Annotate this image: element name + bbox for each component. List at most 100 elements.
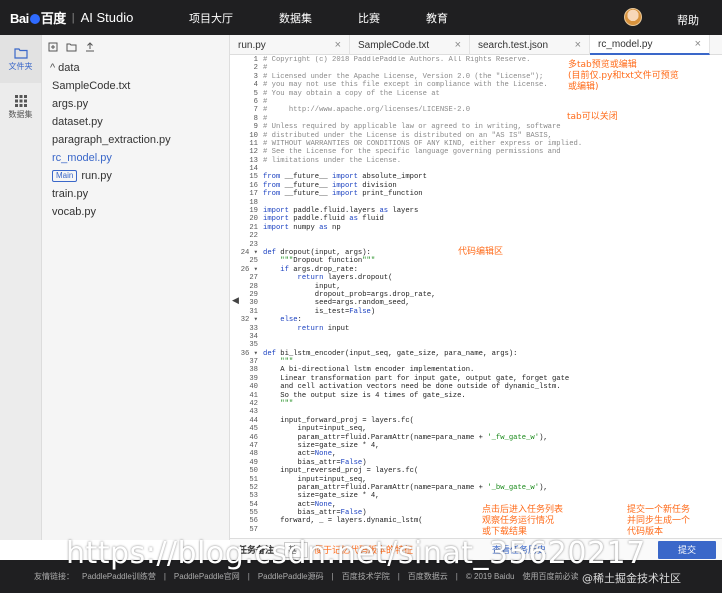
code-line[interactable]: Linear transformation part for input gat… xyxy=(263,375,718,383)
line-number: 33 xyxy=(249,324,258,333)
tree-file[interactable]: SampleCode.txt xyxy=(42,77,229,95)
nav-projects[interactable]: 项目大厅 xyxy=(189,10,233,26)
code-line[interactable]: and cell activation vectors need be done… xyxy=(263,383,718,391)
code-line[interactable]: else: xyxy=(263,316,718,324)
tree-file-main[interactable]: Main run.py xyxy=(42,167,229,185)
code-line[interactable]: size=gate_size * 4, xyxy=(263,442,718,450)
tree-file-selected[interactable]: rc_model.py xyxy=(42,149,229,167)
code-line[interactable]: """ xyxy=(263,358,718,366)
code-line[interactable]: # Unless required by applicable law or a… xyxy=(263,123,718,131)
line-number: 11 xyxy=(249,139,258,148)
collapse-sidebar-icon[interactable]: ◀ xyxy=(232,295,239,306)
code-line[interactable]: # distributed under the License is distr… xyxy=(263,132,718,140)
code-line[interactable]: def bi_lstm_encoder(input_seq, gate_size… xyxy=(263,350,718,358)
code-line[interactable]: from __future__ import print_function xyxy=(263,190,718,198)
footer-separator: | xyxy=(331,572,334,581)
code-line[interactable]: bias_attr=False) xyxy=(263,459,718,467)
code-line[interactable]: seed=args.random_seed, xyxy=(263,299,718,307)
code-line[interactable]: dropout_prob=args.drop_rate, xyxy=(263,291,718,299)
code-line[interactable]: # limitations under the License. xyxy=(263,157,718,165)
code-line[interactable]: """Dropout function""" xyxy=(263,257,718,265)
code-line[interactable]: import numpy as np xyxy=(263,224,718,232)
tree-file[interactable]: vocab.py xyxy=(42,203,229,221)
footer-link[interactable]: 百度技术学院 xyxy=(342,571,390,582)
nav-datasets[interactable]: 数据集 xyxy=(279,10,312,26)
code-line[interactable]: import paddle.fluid as fluid xyxy=(263,215,718,223)
footer-link[interactable]: PaddlePaddle官网 xyxy=(174,571,240,582)
new-folder-icon[interactable] xyxy=(66,42,77,52)
close-icon[interactable]: × xyxy=(695,38,701,50)
code-line[interactable]: size=gate_size * 4, xyxy=(263,492,718,500)
upload-icon[interactable] xyxy=(85,42,95,52)
line-number: 31 xyxy=(249,307,258,316)
rail-item-datasets[interactable]: 数据集 xyxy=(0,83,41,131)
code-line[interactable] xyxy=(263,341,718,349)
footer-link[interactable]: PaddlePaddle训练营 xyxy=(82,571,156,582)
nav-competitions[interactable]: 比赛 xyxy=(358,10,380,26)
rail-item-files[interactable]: 文件夹 xyxy=(0,35,41,83)
code-line[interactable]: param_attr=fluid.ParamAttr(name=para_nam… xyxy=(263,434,718,442)
code-line[interactable]: input, xyxy=(263,283,718,291)
code-line[interactable]: if args.drop_rate: xyxy=(263,266,718,274)
code-line[interactable] xyxy=(263,165,718,173)
code-line[interactable]: # WITHOUT WARRANTIES OR CONDITIONS OF AN… xyxy=(263,140,718,148)
code-line[interactable]: # xyxy=(263,115,718,123)
code-line[interactable]: input=input_seq, xyxy=(263,425,718,433)
tree-file[interactable]: args.py xyxy=(42,95,229,113)
tree-file[interactable]: train.py xyxy=(42,185,229,203)
annotation-line: 多tab预览或编辑 xyxy=(568,60,637,70)
close-icon[interactable]: × xyxy=(575,39,581,51)
close-icon[interactable]: × xyxy=(455,39,461,51)
tab-samplecode[interactable]: SampleCode.txt × xyxy=(350,35,470,55)
rail-label-files: 文件夹 xyxy=(8,62,33,71)
code-line[interactable] xyxy=(263,333,718,341)
code-line[interactable]: import paddle.fluid.layers as layers xyxy=(263,207,718,215)
help-link[interactable]: 帮助 xyxy=(677,12,699,28)
nav-education[interactable]: 教育 xyxy=(426,10,448,26)
code-line[interactable]: return input xyxy=(263,325,718,333)
code-line[interactable]: from __future__ import division xyxy=(263,182,718,190)
code-lines[interactable]: # Copyright (c) 2018 PaddlePaddle Author… xyxy=(263,56,718,534)
code-line[interactable]: act=None, xyxy=(263,450,718,458)
footer-separator: | xyxy=(163,572,166,581)
code-line[interactable]: # xyxy=(263,98,718,106)
tree-file[interactable]: dataset.py xyxy=(42,113,229,131)
tab-rc-model[interactable]: rc_model.py × xyxy=(590,35,710,55)
footer-link[interactable]: 百度数据云 xyxy=(408,571,448,582)
tab-run-py[interactable]: run.py × xyxy=(230,35,350,55)
tab-search-test[interactable]: search.test.json × xyxy=(470,35,590,55)
line-number: 32 ▾ xyxy=(240,316,258,325)
main-nav: 项目大厅 数据集 比赛 教育 xyxy=(185,10,494,26)
code-line[interactable] xyxy=(263,232,718,240)
line-number: 16 xyxy=(249,181,258,190)
submit-button[interactable]: 提交 xyxy=(658,541,716,559)
code-line[interactable]: is_test=False) xyxy=(263,308,718,316)
code-line[interactable]: """ xyxy=(263,400,718,408)
code-line[interactable]: A bi-directional lstm encoder implementa… xyxy=(263,366,718,374)
code-line[interactable] xyxy=(263,408,718,416)
brand[interactable]: Bai 百度 | AI Studio xyxy=(0,8,185,27)
code-line[interactable] xyxy=(263,199,718,207)
code-line[interactable]: input_forward_proj = layers.fc( xyxy=(263,417,718,425)
footer-link[interactable]: PaddlePaddle源码 xyxy=(258,571,324,582)
close-icon[interactable]: × xyxy=(335,39,341,51)
footer-link[interactable]: 使用百度前必读 xyxy=(522,571,578,582)
code-line[interactable]: param_attr=fluid.ParamAttr(name=para_nam… xyxy=(263,484,718,492)
tree-folder-data[interactable]: ^ data xyxy=(42,59,229,77)
new-file-icon[interactable] xyxy=(48,42,58,52)
code-line[interactable]: So the output size is 4 times of gate_si… xyxy=(263,392,718,400)
code-line[interactable]: from __future__ import absolute_import xyxy=(263,173,718,181)
code-line[interactable]: # http://www.apache.org/licenses/LICENSE… xyxy=(263,106,718,114)
tree-file[interactable]: paragraph_extraction.py xyxy=(42,131,229,149)
user-avatar[interactable] xyxy=(624,8,642,26)
line-number: 25 xyxy=(249,257,258,266)
code-line[interactable]: input_reversed_proj = layers.fc( xyxy=(263,467,718,475)
line-number: 27 xyxy=(249,274,258,283)
code-line[interactable]: input=input_seq, xyxy=(263,476,718,484)
code-editor[interactable]: 1 2 3 4 5 6 7 8 9 10 11 12 13 14 15 16 17 18 19 20 21 22 23 24 … xyxy=(230,56,722,540)
code-line[interactable]: return layers.dropout( xyxy=(263,274,718,282)
line-number: 24 ▾ xyxy=(240,248,258,257)
code-line[interactable]: # See the License for the specific langu… xyxy=(263,148,718,156)
line-number: 50 xyxy=(249,467,258,476)
line-number: 38 xyxy=(249,366,258,375)
